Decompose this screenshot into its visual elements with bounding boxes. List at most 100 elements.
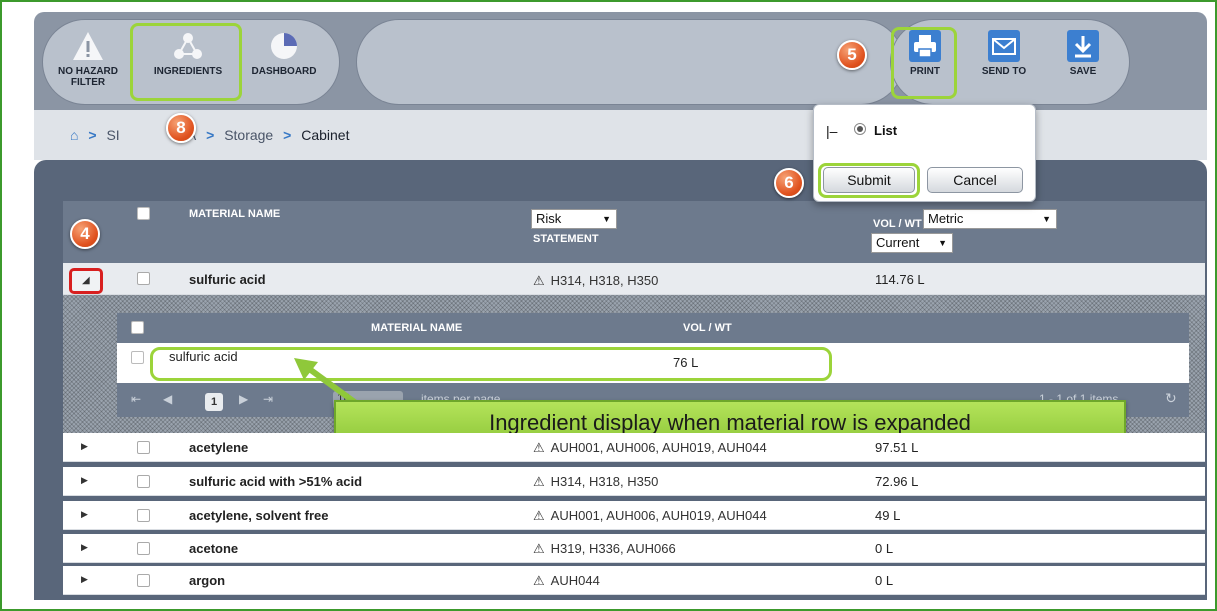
row-checkbox[interactable] — [137, 441, 150, 454]
breadcrumb-item-storage[interactable]: Storage — [224, 127, 273, 143]
material-name: sulfuric acid — [189, 272, 266, 287]
expand-icon[interactable]: ▶ — [81, 475, 88, 486]
refresh-icon[interactable]: ↻ — [1165, 390, 1177, 407]
toolbar-middle-group — [356, 19, 904, 105]
vol-wt-header[interactable]: VOL / WT — [873, 218, 922, 230]
material-name: acetylene, solvent free — [189, 508, 329, 523]
send-to-label: SEND TO — [981, 66, 1027, 77]
volume: 0 L — [875, 541, 894, 556]
row-checkbox[interactable] — [137, 574, 150, 587]
print-highlight — [891, 27, 957, 99]
volume: 49 L — [875, 508, 901, 523]
risk-codes: AUH001, AUH006, AUH019, AUH044 — [550, 440, 767, 455]
risk-statement: ⚠ AUH001, AUH006, AUH019, AUH044 — [533, 508, 767, 524]
row-checkbox[interactable] — [137, 272, 150, 285]
row-checkbox[interactable] — [137, 509, 150, 522]
send-to-button[interactable]: SEND TO — [968, 24, 1040, 102]
dashboard-label: DASHBOARD — [251, 66, 317, 77]
breadcrumb: ⌂ > SI > A > Storage > Cabinet — [70, 127, 355, 143]
warning-icon: ⚠ — [533, 440, 545, 455]
prev-page-icon[interactable]: ◀ — [163, 392, 172, 406]
unit-system-value: Metric — [928, 211, 964, 226]
collapse-icon: ◢ — [82, 275, 90, 286]
risk-codes: H319, H336, AUH066 — [550, 541, 676, 556]
expand-icon[interactable]: ▶ — [81, 509, 88, 520]
period-value: Current — [876, 235, 920, 250]
pie-chart-icon — [271, 33, 297, 59]
save-button[interactable]: SAVE — [1052, 24, 1114, 102]
current-page[interactable]: 1 — [205, 393, 223, 411]
unit-system-select[interactable]: Metric ▼ — [923, 209, 1057, 229]
last-page-icon[interactable]: ⇥ — [263, 392, 273, 406]
no-hazard-label-1: NO HAZARD — [58, 66, 118, 77]
expand-toggle[interactable]: ◢ — [69, 268, 103, 294]
material-name: sulfuric acid with >51% acid — [189, 474, 363, 489]
ingredients-select-all-checkbox[interactable] — [131, 321, 144, 334]
first-page-icon[interactable]: ⇤ — [131, 392, 141, 406]
period-select[interactable]: Current ▼ — [871, 233, 953, 253]
expand-icon[interactable]: ▶ — [81, 441, 88, 452]
material-name: acetylene — [189, 440, 249, 455]
warning-icon: ⚠ — [533, 508, 545, 523]
volume: 114.76 L — [875, 272, 925, 287]
dashboard-button[interactable]: DASHBOARD — [240, 24, 328, 102]
volume: 72.96 L — [875, 474, 919, 489]
risk-select-value: Risk — [536, 211, 562, 226]
ingredient-row-highlight — [150, 347, 832, 381]
table-row[interactable]: ▶ argon ⚠ AUH044 0 L — [63, 566, 1205, 595]
list-radio[interactable] — [854, 123, 866, 135]
step-badge-6: 6 — [774, 168, 804, 198]
ingredient-name-header[interactable]: MATERIAL NAME — [371, 322, 462, 334]
risk-statement: ⚠ H314, H318, H350 — [533, 474, 658, 490]
table-row[interactable]: ▶ acetylene, solvent free ⚠ AUH001, AUH00… — [63, 501, 1205, 530]
row-checkbox[interactable] — [137, 542, 150, 555]
step-badge-5: 5 — [837, 40, 867, 70]
warning-icon: ⚠ — [533, 273, 545, 288]
table-row[interactable]: ▶ sulfuric acid with >51% acid ⚠ H314, H3… — [63, 467, 1205, 496]
risk-statement-header: STATEMENT — [533, 233, 599, 245]
expand-icon[interactable]: ▶ — [81, 574, 88, 585]
save-label: SAVE — [1069, 66, 1097, 77]
table-row[interactable]: ▶ acetone ⚠ H319, H336, AUH066 0 L — [63, 534, 1205, 563]
ingredient-row-checkbox[interactable] — [131, 351, 144, 364]
risk-statement: ⚠ AUH001, AUH006, AUH019, AUH044 — [533, 440, 767, 456]
download-icon — [1067, 30, 1099, 62]
material-name-header[interactable]: MATERIAL NAME — [189, 208, 280, 220]
risk-codes: H314, H318, H350 — [550, 474, 659, 489]
breadcrumb-item-cabinet: Cabinet — [301, 127, 350, 143]
breadcrumb-item-si[interactable]: SI — [106, 127, 119, 143]
no-hazard-filter-button[interactable]: NO HAZARD FILTER — [44, 24, 132, 102]
warning-icon: ⚠ — [533, 541, 545, 556]
home-icon[interactable]: ⌂ — [70, 127, 78, 143]
list-option-label: List — [874, 123, 898, 138]
next-page-icon[interactable]: ▶ — [239, 392, 248, 406]
select-all-checkbox[interactable] — [137, 207, 150, 220]
volume: 97.51 L — [875, 440, 919, 455]
material-name: acetone — [189, 541, 239, 556]
breadcrumb-separator: > — [88, 127, 97, 143]
grid-header: MATERIAL NAME Risk ▼ STATEMENT VOL / WT M… — [63, 201, 1205, 263]
step-badge-8: 8 — [166, 113, 196, 143]
caret-down-icon: ▼ — [602, 214, 611, 224]
table-row[interactable]: ◢ sulfuric acid ⚠ H314, H318, H350 114.76… — [63, 263, 1205, 295]
ingredient-vol-header[interactable]: VOL / WT — [683, 322, 732, 334]
ingredients-highlight — [130, 23, 242, 101]
warning-icon — [73, 32, 103, 60]
breadcrumb-separator: > — [283, 127, 292, 143]
no-hazard-label-2: FILTER — [70, 77, 106, 88]
envelope-icon — [988, 30, 1020, 62]
table-row[interactable]: ▶ acetylene ⚠ AUH001, AUH006, AUH019, AUH… — [63, 433, 1205, 462]
caret-down-icon: ▼ — [938, 238, 947, 248]
risk-codes: AUH044 — [550, 573, 600, 588]
volume: 0 L — [875, 573, 894, 588]
radio-dot — [857, 126, 863, 132]
caret-down-icon: ▼ — [1042, 214, 1051, 224]
breadcrumb-separator: > — [206, 127, 215, 143]
submit-highlight — [818, 163, 920, 198]
row-checkbox[interactable] — [137, 475, 150, 488]
expand-icon[interactable]: ▶ — [81, 542, 88, 553]
cancel-button[interactable]: Cancel — [927, 167, 1023, 193]
text-cursor: |– — [826, 123, 838, 139]
risk-codes: AUH001, AUH006, AUH019, AUH044 — [550, 508, 767, 523]
risk-select[interactable]: Risk ▼ — [531, 209, 617, 229]
